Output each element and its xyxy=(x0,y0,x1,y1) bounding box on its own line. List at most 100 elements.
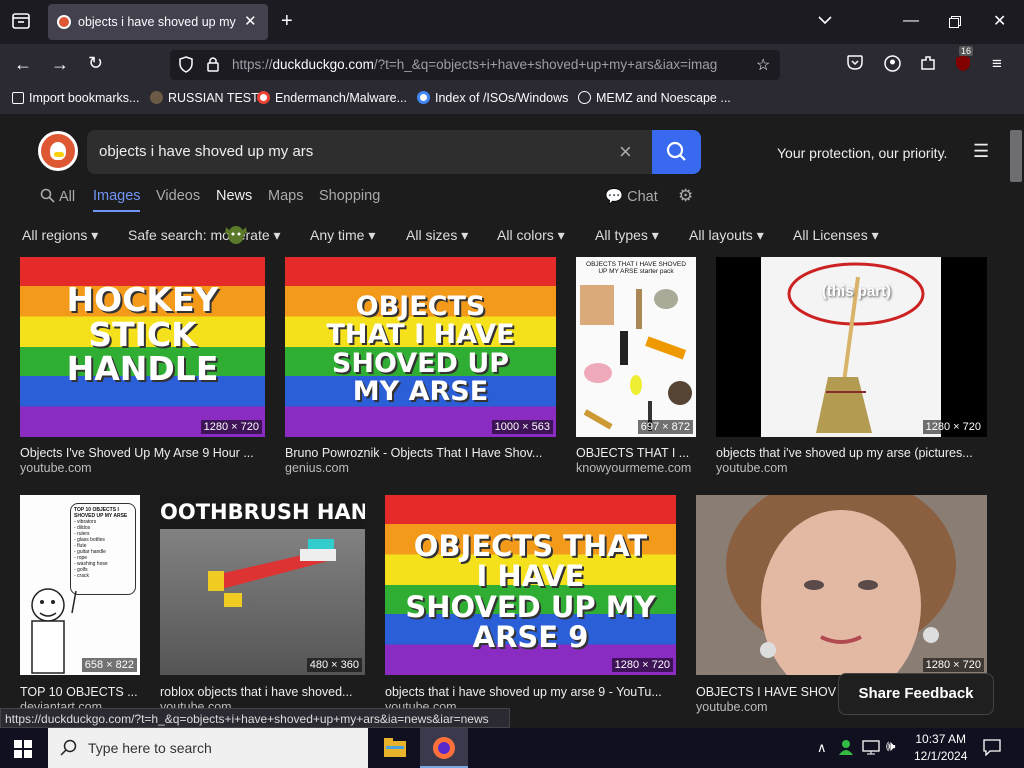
back-icon[interactable]: ← xyxy=(14,54,32,75)
chat-button[interactable]: 💬 Chat xyxy=(605,188,658,205)
windows-start-icon[interactable] xyxy=(14,740,32,763)
protection-tagline[interactable]: Your protection, our priority. xyxy=(777,145,947,161)
status-url-tooltip: https://duckduckgo.com/?t=h_&q=objects+i… xyxy=(0,708,510,728)
search-input[interactable]: objects i have shoved up my ars xyxy=(99,143,313,160)
image-result[interactable]: OBJECTS THAT I HAVE SHOVED UP MY ARSE st… xyxy=(576,257,696,437)
image-source[interactable]: genius.com xyxy=(285,461,349,475)
image-caption[interactable]: OBJECTS I HAVE SHOV xyxy=(696,685,838,699)
image-source[interactable]: youtube.com xyxy=(20,461,92,475)
close-tab-icon[interactable]: ✕ xyxy=(244,12,257,30)
share-feedback-button[interactable]: Share Feedback xyxy=(838,673,994,715)
search-box[interactable]: objects i have shoved up my ars × xyxy=(87,130,701,174)
filter-bar: All regions ▾ Safe search: moderate ▾ An… xyxy=(0,212,1008,258)
restore-icon[interactable] xyxy=(949,15,961,33)
tab-maps[interactable]: Maps xyxy=(268,188,303,204)
pocket-icon[interactable] xyxy=(847,55,863,75)
taskbar-search-placeholder: Type here to search xyxy=(88,740,212,756)
image-dimensions: 1280 × 720 xyxy=(922,658,984,672)
image-result[interactable]: 1280 × 720 xyxy=(696,495,987,675)
filter-layout[interactable]: All layouts ▾ xyxy=(689,227,764,244)
image-caption[interactable]: Bruno Powroznik - Objects That I Have Sh… xyxy=(285,446,557,460)
filter-license[interactable]: All Licenses ▾ xyxy=(793,227,879,244)
image-caption[interactable]: OBJECTS THAT I ... xyxy=(576,446,698,460)
app-menu-icon[interactable]: ≡ xyxy=(992,54,1002,74)
cartoon-character xyxy=(31,588,77,674)
list-all-tabs-icon[interactable] xyxy=(818,12,832,30)
filter-safe-search[interactable]: Safe search: moderate ▾ xyxy=(128,227,281,244)
image-overlay-text: OBJECTS THAT I HAVE SHOVED UP MY ARSE xyxy=(326,291,515,408)
bookmark-index-isos[interactable]: Index of /ISOs/Windows xyxy=(417,91,568,105)
image-result[interactable]: (this part) 1280 × 720 xyxy=(716,257,987,437)
reload-icon[interactable]: ↻ xyxy=(88,53,103,74)
settings-gear-icon[interactable]: ⚙ xyxy=(678,186,693,206)
filter-size[interactable]: All sizes ▾ xyxy=(406,227,468,244)
tracking-protection-shield-icon[interactable] xyxy=(179,56,193,78)
search-icon xyxy=(60,739,77,756)
image-result[interactable]: OBJECTS THAT I HAVE SHOVED UP MY ARSE 10… xyxy=(285,257,556,437)
taskbar-clock[interactable]: 10:37 AM 12/1/2024 xyxy=(914,731,967,765)
active-tab[interactable]: objects i have shoved up my ars ✕ xyxy=(48,4,268,40)
extension-badge: 16 xyxy=(959,46,974,56)
page-scrollbar[interactable] xyxy=(1008,114,1024,728)
network-icon[interactable] xyxy=(862,740,880,760)
filter-color[interactable]: All colors ▾ xyxy=(497,227,565,244)
search-icon xyxy=(40,188,55,203)
tab-images[interactable]: Images xyxy=(93,188,141,204)
image-source[interactable]: youtube.com xyxy=(716,461,788,475)
url-text[interactable]: https://duckduckgo.com/?t=h_&q=objects+i… xyxy=(232,57,746,72)
image-caption[interactable]: objects that i have shoved up my arse 9 … xyxy=(385,685,677,699)
bookmark-endermanch[interactable]: Endermanch/Malware... xyxy=(257,91,407,105)
image-result[interactable]: TOP 10 OBJECTS I SHOVED UP MY ARSE - vib… xyxy=(20,495,140,675)
image-source[interactable]: youtube.com xyxy=(696,700,768,714)
image-caption[interactable]: objects that i've shoved up my arse (pic… xyxy=(716,446,988,460)
new-tab-icon[interactable]: + xyxy=(281,10,293,33)
image-overlay-text: HOCKEY STICK HANDLE xyxy=(66,280,219,389)
image-dimensions: 1280 × 720 xyxy=(922,420,984,434)
minimize-icon[interactable]: — xyxy=(903,12,919,30)
tab-shopping[interactable]: Shopping xyxy=(319,188,380,204)
account-icon[interactable] xyxy=(884,55,901,77)
bookmark-memz[interactable]: MEMZ and Noescape ... xyxy=(578,91,731,105)
tab-all[interactable]: All xyxy=(40,188,75,205)
close-window-icon[interactable]: ✕ xyxy=(993,11,1006,31)
filter-region[interactable]: All regions ▾ xyxy=(22,227,98,244)
volume-icon[interactable]: 🕪 xyxy=(886,738,895,755)
image-caption[interactable]: roblox objects that i have shoved... xyxy=(160,685,366,699)
firefox-taskbar-button[interactable] xyxy=(420,728,468,768)
forward-icon[interactable]: → xyxy=(51,54,69,75)
tab-videos[interactable]: Videos xyxy=(156,188,200,204)
extensions-icon[interactable] xyxy=(920,55,936,76)
globe-icon xyxy=(578,91,591,104)
image-overlay-text: (this part) xyxy=(821,283,892,300)
image-result[interactable]: HOCKEY STICK HANDLE 1280 × 720 xyxy=(20,257,265,437)
file-explorer-icon[interactable] xyxy=(384,738,406,763)
search-button[interactable] xyxy=(652,130,701,174)
filter-type[interactable]: All types ▾ xyxy=(595,227,659,244)
duckduckgo-logo[interactable] xyxy=(38,131,78,171)
clear-search-icon[interactable]: × xyxy=(619,139,632,165)
lock-icon[interactable] xyxy=(207,56,219,77)
notifications-icon[interactable] xyxy=(983,739,1001,761)
bookmark-import[interactable]: Import bookmarks... xyxy=(12,91,139,105)
image-result[interactable]: OBJECTS THAT I HAVE SHOVED UP MY ARSE 9 … xyxy=(385,495,676,675)
bookmark-favicon-icon xyxy=(150,91,163,104)
image-caption[interactable]: Objects I've Shoved Up My Arse 9 Hour ..… xyxy=(20,446,268,460)
bookmark-russian-test[interactable]: RUSSIAN TEST xyxy=(150,91,259,105)
bookmark-star-icon[interactable]: ☆ xyxy=(756,55,770,75)
filter-time[interactable]: Any time ▾ xyxy=(310,227,375,244)
ublock-origin-icon[interactable]: 16 xyxy=(955,46,974,77)
image-result[interactable]: OOTHBRUSH HANDLE 480 × 360 xyxy=(160,495,365,675)
user-tray-icon[interactable] xyxy=(838,739,854,760)
image-source[interactable]: knowyourmeme.com xyxy=(576,461,691,475)
menu-icon[interactable]: ☰ xyxy=(973,141,989,162)
tab-bar: objects i have shoved up my ars ✕ + — ✕ xyxy=(0,0,1024,44)
show-hidden-icons-chevron[interactable]: ∧ xyxy=(817,740,827,756)
portrait-photo xyxy=(726,495,956,675)
address-bar[interactable]: https://duckduckgo.com/?t=h_&q=objects+i… xyxy=(170,50,780,80)
tab-manager-icon[interactable] xyxy=(12,13,30,34)
tab-news[interactable]: News xyxy=(216,188,252,204)
scrollbar-thumb[interactable] xyxy=(1010,130,1022,182)
image-caption[interactable]: TOP 10 OBJECTS ... xyxy=(20,685,142,699)
image-dimensions: 1000 × 563 xyxy=(491,420,553,434)
taskbar-search-box[interactable]: Type here to search xyxy=(48,728,368,768)
